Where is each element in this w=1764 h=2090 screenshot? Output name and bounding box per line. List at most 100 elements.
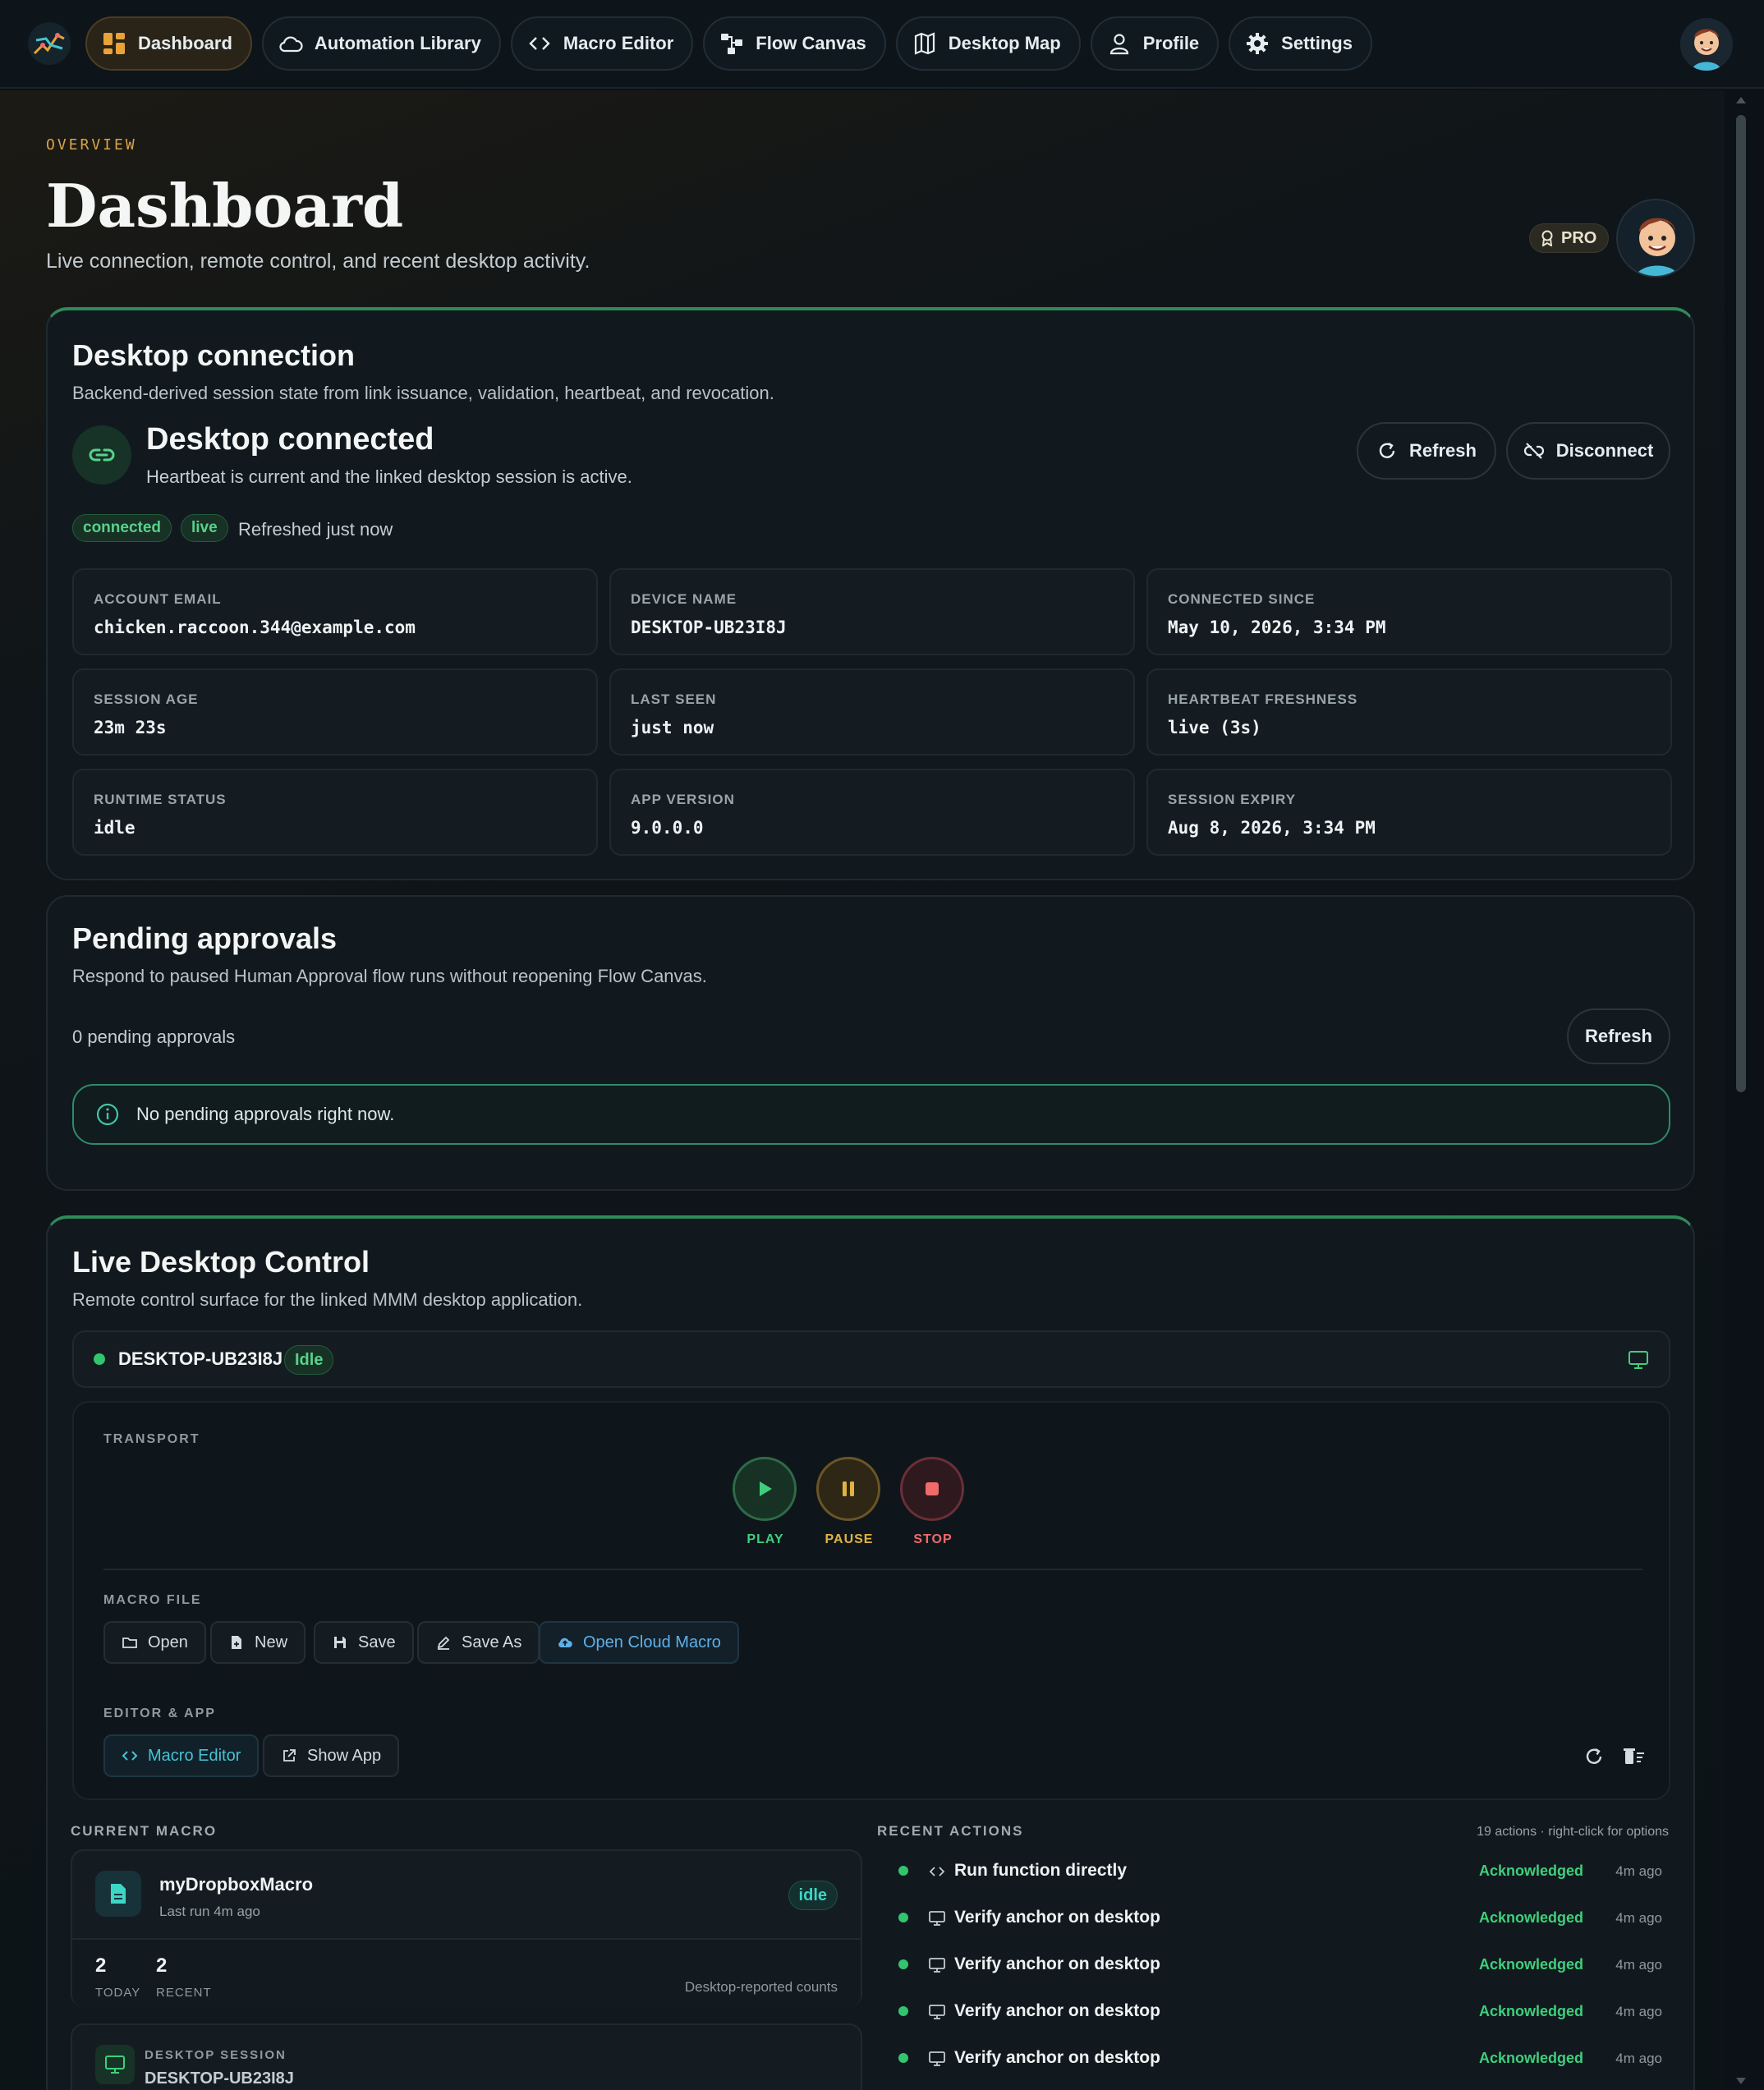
- cloud-upload-icon: [558, 1638, 572, 1647]
- nav-settings[interactable]: Settings: [1229, 16, 1372, 71]
- top-navigation: Dashboard Automation Library Macro Edito…: [0, 0, 1764, 89]
- nav-macro-editor-label: Macro Editor: [563, 33, 674, 53]
- connection-status-title: Desktop connected: [146, 422, 434, 457]
- device-name: DESKTOP-UB23I8J: [118, 1348, 283, 1369]
- stop-button[interactable]: [900, 1457, 964, 1521]
- profile-avatar[interactable]: [1616, 199, 1695, 278]
- code-icon: [929, 1867, 945, 1876]
- stop-icon: [926, 1482, 939, 1495]
- new-file-button[interactable]: New: [210, 1621, 306, 1664]
- connection-refresh-button[interactable]: Refresh: [1357, 422, 1496, 480]
- approvals-refresh-label: Refresh: [1585, 1026, 1652, 1046]
- field-value: 23m 23s: [94, 718, 167, 737]
- page-subtitle: Live connection, remote control, and rec…: [46, 250, 590, 273]
- field-session-expiry: SESSION EXPIRY Aug 8, 2026, 3:34 PM: [1146, 769, 1672, 856]
- folder-icon: [122, 1638, 137, 1648]
- field-runtime-status: RUNTIME STATUS idle: [72, 769, 598, 856]
- refresh-icon[interactable]: [1583, 1746, 1605, 1767]
- today-label: TODAY: [95, 1986, 141, 2000]
- scroll-up-arrow[interactable]: [1736, 97, 1746, 103]
- today-count: 2: [95, 1954, 107, 1977]
- session-label: DESKTOP SESSION: [145, 2048, 287, 2062]
- desktop-connection-card: Desktop connection Backend-derived sessi…: [46, 307, 1695, 880]
- field-connected-since: CONNECTED SINCE May 10, 2026, 3:34 PM: [1146, 568, 1672, 655]
- nav-dashboard-label: Dashboard: [138, 33, 232, 53]
- field-app-version: APP VERSION 9.0.0.0: [609, 769, 1135, 856]
- macro-file-icon: [95, 1871, 141, 1917]
- nav-automation-library[interactable]: Automation Library: [261, 16, 501, 71]
- recent-action-row[interactable]: Verify anchor on desktop Acknowledged 4m…: [898, 1896, 1675, 1942]
- field-value: Aug 8, 2026, 3:34 PM: [1168, 818, 1376, 838]
- save-file-label: Save: [358, 1633, 396, 1651]
- counts-note: Desktop-reported counts: [684, 1979, 838, 1995]
- page-title: Dashboard: [46, 171, 404, 241]
- macro-editor-label: Macro Editor: [148, 1746, 241, 1765]
- save-file-button[interactable]: Save: [314, 1621, 414, 1664]
- monitor-icon: [1628, 1351, 1648, 1369]
- macro-editor-button[interactable]: Macro Editor: [103, 1734, 260, 1777]
- recent-action-row[interactable]: Run function directly Acknowledged 4m ag…: [898, 1849, 1675, 1895]
- action-time: 4m ago: [1615, 1863, 1662, 1879]
- field-key: HEARTBEAT FRESHNESS: [1168, 691, 1358, 707]
- device-state-tag: Idle: [284, 1345, 334, 1375]
- field-key: DEVICE NAME: [631, 591, 737, 607]
- connection-title: Desktop connection: [72, 338, 356, 372]
- unlink-icon: [1523, 443, 1544, 459]
- disconnect-button[interactable]: Disconnect: [1506, 422, 1670, 480]
- desktop-session-card: DESKTOP SESSION DESKTOP-UB23I8J: [71, 2023, 862, 2090]
- open-cloud-macro-label: Open Cloud Macro: [583, 1633, 721, 1651]
- page-scrollbar[interactable]: [1734, 97, 1748, 2084]
- recent-count: 2: [156, 1954, 168, 1977]
- field-key: ACCOUNT EMAIL: [94, 591, 222, 607]
- save-icon: [334, 1637, 346, 1648]
- field-value: 9.0.0.0: [631, 818, 704, 838]
- disconnect-label: Disconnect: [1555, 440, 1654, 461]
- open-file-button[interactable]: Open: [103, 1621, 206, 1664]
- recent-action-row[interactable]: Verify anchor on desktop Acknowledged 4m…: [898, 2037, 1675, 2083]
- award-icon: [1541, 230, 1553, 246]
- pause-button[interactable]: [816, 1457, 880, 1521]
- link-icon: [72, 425, 131, 485]
- pending-approvals-card: Pending approvals Respond to paused Huma…: [46, 895, 1695, 1191]
- nav-macro-editor[interactable]: Macro Editor: [510, 16, 694, 71]
- action-status: Acknowledged: [1478, 2003, 1583, 2019]
- file-plus-icon: [232, 1636, 241, 1649]
- user-icon: [1109, 34, 1128, 55]
- nav-desktop-map[interactable]: Desktop Map: [895, 16, 1081, 71]
- show-app-button[interactable]: Show App: [263, 1734, 400, 1777]
- external-link-icon: [283, 1749, 296, 1762]
- clear-list-icon[interactable]: [1623, 1746, 1646, 1767]
- action-text: Verify anchor on desktop: [954, 2001, 1160, 2020]
- transport-label: TRANSPORT: [103, 1432, 200, 1446]
- action-status: Acknowledged: [1478, 1909, 1583, 1926]
- info-icon: [96, 1103, 119, 1126]
- macro-state-tag: idle: [788, 1881, 838, 1910]
- play-button[interactable]: [733, 1457, 797, 1521]
- monitor-icon: [929, 1911, 945, 1926]
- user-avatar[interactable]: [1680, 18, 1733, 71]
- scroll-thumb[interactable]: [1736, 115, 1746, 1092]
- macro-name: myDropboxMacro: [159, 1874, 314, 1895]
- recent-action-row[interactable]: Verify anchor on desktop Acknowledged 4m…: [898, 1943, 1675, 1989]
- approvals-refresh-button[interactable]: Refresh: [1567, 1008, 1670, 1064]
- save-as-button[interactable]: Save As: [417, 1621, 540, 1664]
- field-key: RUNTIME STATUS: [94, 792, 227, 807]
- control-title: Live Desktop Control: [72, 1245, 370, 1279]
- page-overline: OVERVIEW: [46, 136, 137, 154]
- current-macro-card: myDropboxMacro Last run 4m ago idle 2 TO…: [71, 1849, 862, 2007]
- field-device-name: DEVICE NAME DESKTOP-UB23I8J: [609, 568, 1135, 655]
- field-key: LAST SEEN: [631, 691, 717, 707]
- macro-last-run: Last run 4m ago: [159, 1904, 260, 1919]
- scroll-down-arrow[interactable]: [1736, 2078, 1746, 2084]
- nav-dashboard[interactable]: Dashboard: [85, 16, 252, 71]
- nav-flow-canvas[interactable]: Flow Canvas: [703, 16, 886, 71]
- action-status: Acknowledged: [1478, 1863, 1583, 1879]
- open-cloud-macro-button[interactable]: Open Cloud Macro: [539, 1621, 739, 1664]
- recent-action-row[interactable]: Verify anchor on desktop Acknowledged 4m…: [898, 1990, 1675, 2036]
- nav-profile[interactable]: Profile: [1090, 16, 1220, 71]
- app-logo-icon[interactable]: [23, 17, 76, 70]
- transport-divider: [103, 1569, 1642, 1570]
- stop-label: STOP: [913, 1532, 953, 1546]
- flow-icon: [721, 34, 743, 54]
- code-icon: [529, 37, 550, 50]
